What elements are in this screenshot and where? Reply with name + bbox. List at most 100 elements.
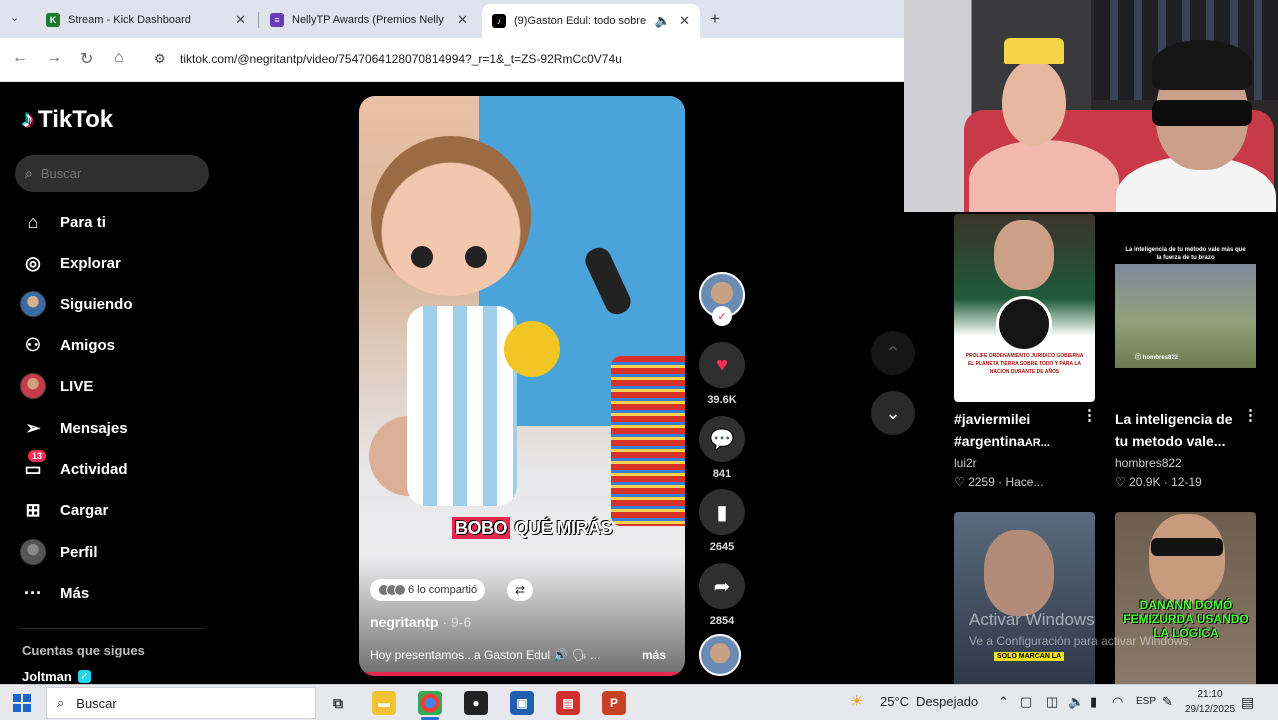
tab-list-icon[interactable]: ⌄ bbox=[10, 11, 19, 24]
taskbar-search-label: Buscar bbox=[76, 695, 117, 711]
follow-check-icon[interactable]: ✓ bbox=[712, 306, 732, 326]
video-scene-doll-body bbox=[407, 306, 517, 506]
recommendation-thumbnail[interactable]: SOLO MARCAN LA bbox=[954, 512, 1095, 700]
more-link[interactable]: más bbox=[642, 648, 666, 662]
tray-chevron-icon[interactable]: ⌃ bbox=[998, 694, 1009, 710]
previous-video-button[interactable]: ⌃ bbox=[871, 331, 915, 375]
close-tab-icon[interactable]: ✕ bbox=[235, 12, 246, 28]
video-scene-doll-eye bbox=[411, 246, 433, 268]
close-tab-icon[interactable]: ✕ bbox=[679, 13, 690, 29]
like-count: 39.6K bbox=[707, 394, 737, 406]
video-scene-ball bbox=[504, 321, 560, 377]
next-video-button[interactable]: ⌄ bbox=[871, 391, 915, 435]
sidebar-item-mensajes[interactable]: ➢ Mensajes bbox=[20, 413, 127, 443]
chrome-icon[interactable] bbox=[418, 691, 442, 715]
more-options-icon[interactable]: ⋮ bbox=[1243, 406, 1258, 424]
tab-kick-dashboard[interactable]: K Stream - Kick Dashboard ✕ bbox=[36, 6, 256, 34]
sidebar-item-mas[interactable]: ··· Más bbox=[20, 578, 89, 608]
recommendation-user[interactable]: lui2r bbox=[954, 456, 977, 470]
video-author[interactable]: negritantp · 9-6 bbox=[370, 614, 471, 630]
search-icon: ⌕ bbox=[25, 165, 33, 181]
site-info-icon[interactable]: ⚙ bbox=[154, 51, 166, 67]
home-icon: ⌂ bbox=[27, 211, 39, 232]
weather-desc[interactable]: Despejado bbox=[916, 694, 978, 709]
sidebar-item-label: LIVE bbox=[60, 377, 94, 395]
obs-icon[interactable]: ● bbox=[464, 691, 488, 715]
windows-start-icon[interactable] bbox=[13, 694, 31, 712]
tab-tiktok-video[interactable]: ♪ (9)Gaston Edul: todo sobre 🔈 ✕ bbox=[482, 4, 700, 38]
music-disc-avatar[interactable] bbox=[699, 634, 741, 676]
crown-icon bbox=[1004, 38, 1064, 64]
tiktok-note-icon: ♪ bbox=[22, 106, 34, 133]
sidebar-item-siguiendo[interactable]: Siguiendo bbox=[20, 289, 133, 319]
share-button[interactable]: ➦ bbox=[699, 563, 745, 609]
pen-icon[interactable]: ✎ bbox=[1162, 694, 1173, 710]
battery-icon[interactable]: ▮ bbox=[1090, 694, 1097, 710]
forward-arrow-icon[interactable]: → bbox=[46, 49, 62, 67]
search-input[interactable] bbox=[40, 166, 181, 181]
wifi-icon[interactable]: ◠ bbox=[1112, 694, 1123, 710]
sidebar-item-explorar[interactable]: ◎ Explorar bbox=[20, 248, 121, 278]
notifications-icon[interactable]: ▤ bbox=[1241, 694, 1254, 711]
heart-icon: ♥ bbox=[716, 353, 728, 376]
taskbar-search[interactable]: ⌕ Buscar bbox=[46, 687, 316, 719]
close-tab-icon[interactable]: ✕ bbox=[457, 12, 468, 28]
following-avatar-icon bbox=[20, 291, 46, 317]
following-account-name: Joltman bbox=[22, 669, 72, 684]
following-account[interactable]: Joltman ✓ bbox=[22, 669, 91, 684]
shared-by-chip[interactable]: 6 lo compartió bbox=[370, 579, 486, 601]
sidebar-item-label: Siguiendo bbox=[60, 295, 133, 313]
tiktok-logo[interactable]: ♪ TikTok bbox=[22, 106, 113, 134]
sidebar-item-label: Explorar bbox=[60, 254, 121, 272]
camera-icon[interactable]: ◫ bbox=[1046, 694, 1058, 710]
recommendation-meta: ♡ 2259 · Hace... bbox=[954, 475, 1044, 489]
sidebar-item-perfil[interactable]: Perfil bbox=[20, 537, 98, 567]
more-options-icon[interactable]: ⋮ bbox=[1082, 406, 1097, 424]
recommendation-user[interactable]: hombres822 bbox=[1115, 456, 1182, 470]
tab-title: (9)Gaston Edul: todo sobre bbox=[514, 15, 647, 27]
task-view-icon[interactable]: ⧉ bbox=[326, 691, 350, 715]
sidebar-item-live[interactable]: LIVE bbox=[20, 371, 93, 401]
like-button[interactable]: ♥ bbox=[699, 342, 745, 388]
speaker-icon[interactable]: 🔉 bbox=[1068, 694, 1084, 710]
upload-icon: ⊞ bbox=[25, 499, 41, 520]
repost-icon[interactable]: ⇄ bbox=[507, 579, 533, 601]
search-box[interactable]: ⌕ bbox=[15, 155, 209, 192]
weather-temp[interactable]: 25°C bbox=[880, 694, 909, 709]
language-indicator[interactable]: ESP bbox=[1136, 696, 1156, 707]
video-player[interactable]: BOBO QUÉ MIRÁS 6 lo compartió ⇄ negritan… bbox=[359, 96, 685, 676]
pdf-icon[interactable]: ▤ bbox=[556, 691, 580, 715]
clock[interactable]: 21:10 29/12/2025 bbox=[1185, 687, 1235, 717]
sidebar-item-amigos[interactable]: ⚇ Amigos bbox=[20, 330, 115, 360]
bookmark-icon: ▮ bbox=[716, 501, 728, 524]
url-field[interactable]: tiktok.com/@negritantp/video/75470641280… bbox=[180, 52, 622, 66]
recommendation-thumbnail[interactable]: La inteligencia de tu método vale más qu… bbox=[1115, 214, 1256, 402]
weather-icon[interactable]: ☀ bbox=[850, 692, 863, 710]
recommendation-thumbnail[interactable]: DANANN DOMÓ FEMIZURDA USANDO LA LÓGICA bbox=[1115, 512, 1256, 700]
reload-icon[interactable]: ↻ bbox=[80, 49, 93, 69]
tray-apps-icon[interactable]: ▢ bbox=[1020, 694, 1032, 710]
powerpoint-icon[interactable]: P bbox=[602, 691, 626, 715]
speaker-icon[interactable]: 🔈 bbox=[655, 13, 671, 29]
live-avatar-icon bbox=[20, 373, 46, 399]
video-progress-bar[interactable] bbox=[359, 672, 685, 676]
sidebar-item-actividad[interactable]: ▭ 13 Actividad bbox=[20, 450, 128, 484]
tab-nellytp-awards[interactable]: ≡ NellyTP Awards (Premios Nelly ✕ bbox=[260, 6, 478, 34]
file-explorer-icon[interactable]: ▬ bbox=[372, 691, 396, 715]
sidebar-item-para-ti[interactable]: ⌂ Para ti bbox=[20, 207, 106, 237]
store-icon[interactable]: ▣ bbox=[510, 691, 534, 715]
sidebar-item-label: Perfil bbox=[60, 543, 98, 561]
home-icon[interactable]: ⌂ bbox=[114, 49, 124, 67]
recommendation-title[interactable]: La inteligencia de tu metodo vale... bbox=[1115, 408, 1245, 452]
comment-button[interactable]: 💬 bbox=[699, 416, 745, 462]
recommendation-title[interactable]: #javiermilei #argentinaAR... bbox=[954, 408, 1084, 454]
sidebar-item-cargar[interactable]: ⊞ Cargar bbox=[20, 495, 108, 525]
profile-avatar-icon bbox=[20, 539, 46, 565]
thumbnail-text: PROLIFE ORDENAMIENTO JURIDICO GOBIERNA E… bbox=[965, 353, 1084, 375]
back-arrow-icon[interactable]: ← bbox=[12, 49, 28, 67]
activate-windows-subtitle: Ve a Configuración para activar Windows. bbox=[969, 634, 1192, 648]
new-tab-button[interactable]: + bbox=[710, 9, 720, 29]
save-button[interactable]: ▮ bbox=[699, 489, 745, 535]
recommendation-thumbnail[interactable]: PROLIFE ORDENAMIENTO JURIDICO GOBIERNA E… bbox=[954, 214, 1095, 402]
tiktok-sidebar: ♪ TikTok ⌕ ⌂ Para ti ◎ Explorar Siguiend… bbox=[0, 82, 220, 684]
